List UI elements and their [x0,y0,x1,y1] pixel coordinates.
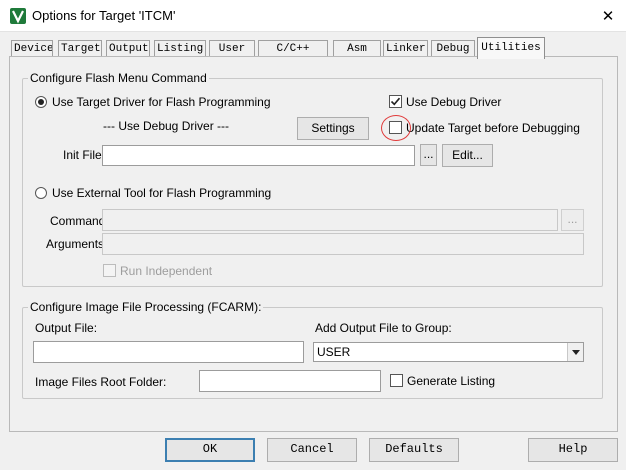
use-target-driver-radio[interactable] [35,96,47,108]
settings-button[interactable]: Settings [297,117,369,140]
update-target-label: Update Target before Debugging [406,121,580,135]
window-title: Options for Target 'ITCM' [32,8,176,23]
use-target-driver-label: Use Target Driver for Flash Programming [52,95,271,109]
use-debug-driver-checkbox[interactable] [389,95,402,108]
init-file-edit-button[interactable]: Edit... [442,144,493,167]
output-file-input[interactable] [33,341,304,363]
add-output-group-label: Add Output File to Group: [315,321,452,335]
root-folder-label: Image Files Root Folder: [35,375,167,389]
flash-menu-group [22,78,603,287]
use-external-tool-label: Use External Tool for Flash Programming [52,186,272,200]
chevron-down-icon [567,343,583,361]
defaults-button[interactable]: Defaults [369,438,459,462]
init-file-input[interactable] [102,145,415,166]
run-independent-checkbox[interactable] [103,264,116,277]
root-folder-input[interactable] [199,370,381,392]
checkmark-icon [390,97,401,106]
command-input[interactable] [102,209,558,231]
init-file-browse-button[interactable]: ... [420,144,437,166]
ok-button[interactable]: OK [165,438,255,462]
generate-listing-checkbox[interactable] [390,374,403,387]
cancel-button[interactable]: Cancel [267,438,357,462]
title-bar: Options for Target 'ITCM' ✕ [0,0,626,32]
use-debug-driver-label: Use Debug Driver [406,95,502,109]
debug-driver-note: --- Use Debug Driver --- [103,119,230,133]
command-browse-button[interactable]: ... [561,209,584,231]
help-button[interactable]: Help [528,438,618,462]
image-processing-legend: Configure Image File Processing (FCARM): [28,300,264,314]
output-group-select[interactable]: USER [313,342,584,362]
run-independent-label: Run Independent [120,264,213,278]
generate-listing-label: Generate Listing [407,374,496,388]
close-button[interactable]: ✕ [590,0,626,32]
command-label: Command: [50,214,109,228]
close-icon: ✕ [601,8,615,25]
init-file-label: Init File: [63,148,106,162]
output-file-label: Output File: [35,321,98,335]
keil-uvision-icon [10,8,26,24]
arguments-label: Arguments: [46,237,108,251]
tab-utilities[interactable]: Utilities [477,37,545,59]
flash-menu-legend: Configure Flash Menu Command [28,71,209,85]
output-group-value: USER [317,345,351,359]
red-annotation-circle [381,115,411,141]
arguments-input[interactable] [102,233,584,255]
use-external-tool-radio[interactable] [35,187,47,199]
